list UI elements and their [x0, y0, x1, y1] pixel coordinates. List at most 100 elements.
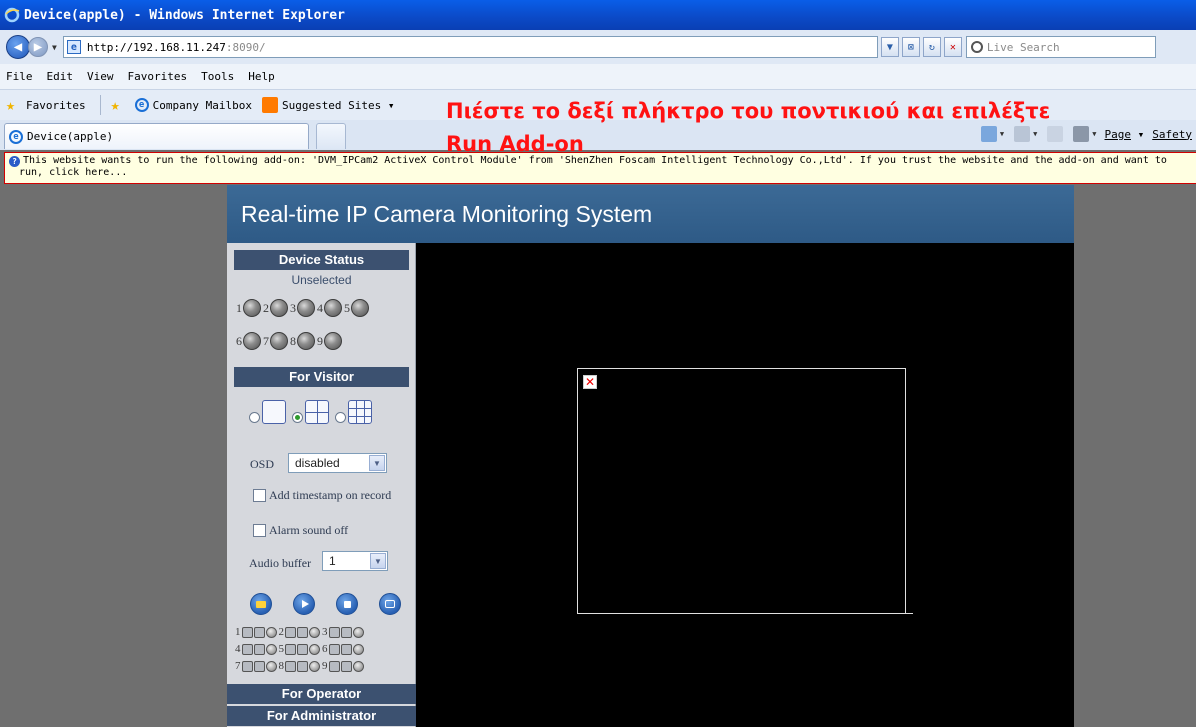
for-operator-header[interactable]: For Operator: [227, 684, 416, 704]
stop-record-button[interactable]: [336, 593, 358, 615]
play-icon: [301, 600, 309, 608]
osd-value: disabled: [295, 456, 340, 470]
channel-4[interactable]: 4: [235, 643, 277, 655]
alarm-checkbox-row[interactable]: Alarm sound off: [253, 523, 348, 538]
device-status-value: Unselected: [291, 273, 352, 287]
device-3[interactable]: 3: [290, 299, 315, 317]
menu-file[interactable]: File: [6, 70, 33, 83]
search-placeholder: Live Search: [986, 40, 1060, 54]
chevron-down-icon: ▼: [369, 455, 385, 471]
tab-title: Device(apple): [27, 130, 114, 143]
device-led-icon: [324, 299, 342, 317]
device-9[interactable]: 9: [317, 332, 342, 350]
compatibility-view-icon[interactable]: ⊠: [901, 37, 920, 57]
record-icon: [328, 643, 340, 655]
layout-9-radio[interactable]: [335, 411, 346, 423]
menu-help[interactable]: Help: [248, 70, 275, 83]
channel-9[interactable]: 9: [322, 660, 364, 672]
device-led-icon: [270, 332, 288, 350]
layout-quad-icon[interactable]: [305, 400, 329, 424]
play-button[interactable]: [293, 593, 315, 615]
favorites-button[interactable]: Favorites: [26, 99, 86, 112]
device-led-icon: [270, 299, 288, 317]
timestamp-checkbox-row[interactable]: Add timestamp on record: [253, 488, 391, 503]
channel-5[interactable]: 5: [279, 643, 320, 655]
channel-row-2: 4 5 6: [235, 643, 366, 655]
layout-1-radio[interactable]: [249, 411, 260, 423]
status-led-icon: [265, 643, 277, 655]
for-visitor-header[interactable]: For Visitor: [234, 367, 409, 387]
device-status-header: Device Status: [234, 250, 409, 270]
record-icon: [285, 643, 296, 655]
device-4[interactable]: 4: [317, 299, 342, 317]
layout-nine-icon[interactable]: [348, 400, 372, 424]
talk-icon: [253, 643, 265, 655]
channel-2[interactable]: 2: [279, 626, 320, 638]
search-input[interactable]: Live Search: [965, 36, 1156, 58]
new-tab-button[interactable]: [316, 123, 346, 149]
layout-single-icon[interactable]: [262, 400, 286, 424]
activex-placeholder-frame[interactable]: [577, 368, 906, 614]
record-icon: [241, 660, 253, 672]
talk-icon: [297, 660, 308, 672]
broken-image-icon: ✕: [583, 375, 597, 389]
channel-3[interactable]: 3: [322, 626, 364, 638]
channel-8[interactable]: 8: [279, 660, 320, 672]
device-6[interactable]: 6: [236, 332, 261, 350]
menu-favorites[interactable]: Favorites: [128, 70, 188, 83]
channel-6[interactable]: 6: [322, 643, 364, 655]
address-input[interactable]: e http://192.168.11.247:8090/: [62, 36, 878, 58]
menu-view[interactable]: View: [87, 70, 114, 83]
record-controls: [250, 593, 422, 615]
status-led-icon: [265, 626, 277, 638]
forward-button[interactable]: ▶: [28, 37, 48, 57]
history-dropdown-icon[interactable]: ▼: [52, 43, 57, 52]
device-7[interactable]: 7: [263, 332, 288, 350]
snapshot-button[interactable]: [379, 593, 401, 615]
talk-icon: [253, 660, 265, 672]
timestamp-label: Add timestamp on record: [269, 488, 392, 502]
fav-company-mailbox-label: Company Mailbox: [152, 98, 252, 112]
annotation-line1: Πιέστε το δεξί πλήκτρο του ποντικιού και…: [446, 99, 1051, 123]
device-row-1: 1 2 3 4 5: [236, 299, 371, 317]
back-button[interactable]: ◀: [6, 35, 30, 59]
safety-menu[interactable]: Safety: [1152, 128, 1192, 141]
device-2[interactable]: 2: [263, 299, 288, 317]
fav-company-mailbox[interactable]: e Company Mailbox: [134, 98, 252, 112]
add-to-favorites-icon[interactable]: ★: [111, 97, 127, 113]
status-led-icon: [265, 660, 277, 672]
folder-icon: [256, 600, 266, 608]
record-icon: [285, 626, 296, 638]
channel-row-3: 7 8 9: [235, 660, 366, 672]
device-row-2: 6 7 8 9: [236, 332, 344, 350]
record-icon: [328, 660, 340, 672]
fav-suggested-sites[interactable]: Suggested Sites ▾: [261, 97, 395, 113]
menu-tools[interactable]: Tools: [201, 70, 234, 83]
alarm-checkbox[interactable]: [253, 524, 266, 537]
device-8[interactable]: 8: [290, 332, 315, 350]
device-5[interactable]: 5: [344, 299, 369, 317]
talk-icon: [297, 626, 308, 638]
channel-7[interactable]: 7: [235, 660, 277, 672]
timestamp-checkbox[interactable]: [253, 489, 266, 502]
audio-buffer-select[interactable]: 1 ▼: [322, 551, 388, 571]
for-administrator-header[interactable]: For Administrator: [227, 706, 416, 726]
status-led-icon: [352, 643, 364, 655]
channel-1[interactable]: 1: [235, 626, 277, 638]
open-folder-button[interactable]: [250, 593, 272, 615]
address-dropdown-button[interactable]: ▼: [880, 37, 899, 57]
camera-page-header: Real-time IP Camera Monitoring System: [227, 185, 1074, 243]
layout-4-radio[interactable]: [292, 411, 303, 423]
layout-selector: [249, 400, 378, 424]
device-1[interactable]: 1: [236, 299, 261, 317]
osd-select[interactable]: disabled ▼: [288, 453, 387, 473]
stop-button[interactable]: ✕: [943, 37, 962, 57]
audio-buffer-label: Audio buffer: [249, 556, 312, 570]
window-title: Device(apple) - Windows Internet Explore…: [24, 7, 345, 23]
status-led-icon: [352, 660, 364, 672]
record-icon: [285, 660, 296, 672]
tab-device-apple[interactable]: e Device(apple): [4, 123, 309, 149]
menu-edit[interactable]: Edit: [47, 70, 74, 83]
device-led-icon: [243, 332, 261, 350]
refresh-button[interactable]: ↻: [922, 37, 941, 57]
